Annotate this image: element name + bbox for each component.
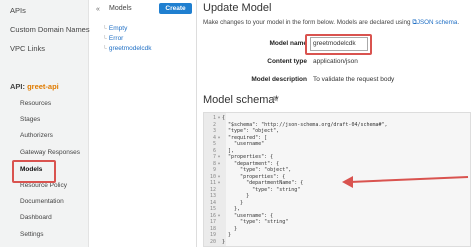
sidebar-item-resource-policy[interactable]: Resource Policy <box>20 182 67 189</box>
code-text: "department": { <box>222 160 280 167</box>
code-text: ], <box>222 147 235 154</box>
model-description-label: Model description <box>251 76 307 83</box>
code-text: "$schema": "http://json-schema.org/draft… <box>222 121 388 128</box>
sidebar-item-apis[interactable]: APIs <box>10 6 26 15</box>
sidebar-item-custom-domain-names[interactable]: Custom Domain Names <box>10 25 90 34</box>
model-name-highlight-box <box>305 34 372 55</box>
models-highlight-box <box>12 160 56 183</box>
code-text: "type": "object", <box>222 128 280 134</box>
sidebar-item-gateway-responses[interactable]: Gateway Responses <box>20 149 80 156</box>
sidebar-item-settings[interactable]: Settings <box>20 231 44 238</box>
page-description: Make changes to your model in the form b… <box>203 19 459 27</box>
model-item-error[interactable]: └ Error <box>103 35 123 42</box>
code-text: "properties": { <box>222 154 274 160</box>
code-text: "type": "string" <box>222 219 289 225</box>
content-type-value: application/json <box>313 58 358 65</box>
sidebar-item-stages[interactable]: Stages <box>20 116 40 123</box>
code-text: { <box>222 115 226 121</box>
pencil-icon[interactable]: ✎ <box>272 95 279 104</box>
models-panel-title: Models <box>109 5 132 12</box>
code-text: "username": { <box>222 212 274 219</box>
collapse-panel-icon[interactable]: « <box>96 6 100 13</box>
description-end: . <box>457 19 460 26</box>
sidebar-item-documentation[interactable]: Documentation <box>20 198 64 205</box>
description-text: Make changes to your model in the form b… <box>203 19 411 26</box>
model-item-empty[interactable]: └ Empty <box>103 25 127 32</box>
model-item-label: greetmodelcdk <box>108 45 152 52</box>
model-description-value[interactable]: To validate the request body <box>313 76 394 83</box>
code-text: } <box>222 232 232 238</box>
model-item-greetmodelcdk[interactable]: └ greetmodelcdk <box>103 45 152 52</box>
model-item-label: Error <box>108 35 124 42</box>
models-panel: « Models Create └ Empty └ Error └ greetmode… <box>90 0 197 247</box>
code-text: "properties": { <box>222 173 286 180</box>
code-text: "username" <box>222 141 265 147</box>
sidebar-item-authorizers[interactable]: Authorizers <box>20 132 53 139</box>
content-type-label: Content type <box>267 58 307 65</box>
sidebar-item-dashboard[interactable]: Dashboard <box>20 214 52 221</box>
model-name-label: Model name <box>269 40 307 47</box>
model-item-label: Empty <box>108 25 128 32</box>
tree-branch-icon: └ <box>103 36 107 42</box>
api-name[interactable]: greet-api <box>27 82 59 91</box>
code-text: } <box>222 193 250 199</box>
tree-branch-icon: └ <box>103 26 107 32</box>
json-schema-link-label: JSON schema <box>416 19 458 26</box>
code-line[interactable]: 20 } <box>204 239 470 247</box>
api-section-header: API: greet-api <box>10 82 59 91</box>
code-text: "departmentName": { <box>222 180 304 186</box>
code-text: "type": "object", <box>222 167 292 173</box>
code-text: "type": "string" <box>222 186 301 193</box>
code-text: }, <box>222 206 241 212</box>
tree-branch-icon: └ <box>103 46 107 52</box>
json-schema-link[interactable]: ⧉JSON schema <box>412 19 457 26</box>
code-text: } <box>222 225 238 232</box>
sidebar-item-resources[interactable]: Resources <box>20 100 51 107</box>
code-text: } <box>222 238 226 245</box>
red-arrow-annotation <box>342 176 469 188</box>
code-text: "required": [ <box>222 134 268 141</box>
create-model-button[interactable]: Create <box>159 3 192 14</box>
code-text: } <box>222 199 244 206</box>
page-title: Update Model <box>203 2 272 14</box>
api-label: API: <box>10 82 25 91</box>
sidebar-item-vpc-links[interactable]: VPC Links <box>10 44 45 53</box>
left-sidebar: APIs Custom Domain Names VPC Links API: … <box>0 0 90 247</box>
line-number: 20 <box>209 238 216 245</box>
model-schema-title: Model schema* <box>203 94 279 106</box>
